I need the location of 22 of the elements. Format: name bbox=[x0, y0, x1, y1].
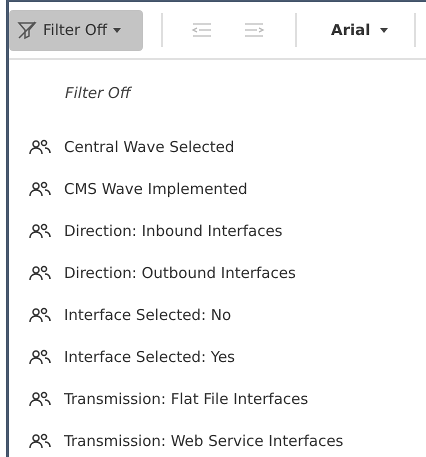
menu-item[interactable]: CMS Wave Implemented bbox=[9, 168, 426, 210]
users-icon bbox=[29, 391, 51, 407]
menu-item[interactable]: Transmission: Web Service Interfaces bbox=[9, 420, 426, 457]
users-icon bbox=[29, 139, 51, 155]
users-icon bbox=[29, 265, 51, 281]
menu-item[interactable]: Central Wave Selected bbox=[9, 126, 426, 168]
users-icon bbox=[29, 349, 51, 365]
caret-icon bbox=[380, 28, 388, 32]
menu-item[interactable]: Transmission: Flat File Interfaces bbox=[9, 378, 426, 420]
caret-icon bbox=[113, 28, 122, 32]
users-icon bbox=[29, 181, 51, 197]
menu-item[interactable]: Interface Selected: No bbox=[9, 294, 426, 336]
filter-button[interactable]: Filter Off bbox=[9, 10, 143, 50]
users-icon bbox=[29, 223, 51, 239]
menu-item[interactable]: Direction: Outbound Interfaces bbox=[9, 252, 426, 294]
menu-item[interactable]: Interface Selected: Yes bbox=[9, 336, 426, 378]
menu-header: Filter Off bbox=[65, 84, 133, 104]
filter-off-icon bbox=[17, 20, 37, 40]
menu-item[interactable]: Direction: Inbound Interfaces bbox=[9, 210, 426, 252]
users-icon bbox=[29, 307, 51, 323]
users-icon bbox=[29, 433, 51, 449]
font-select[interactable]: Arial bbox=[327, 17, 392, 43]
